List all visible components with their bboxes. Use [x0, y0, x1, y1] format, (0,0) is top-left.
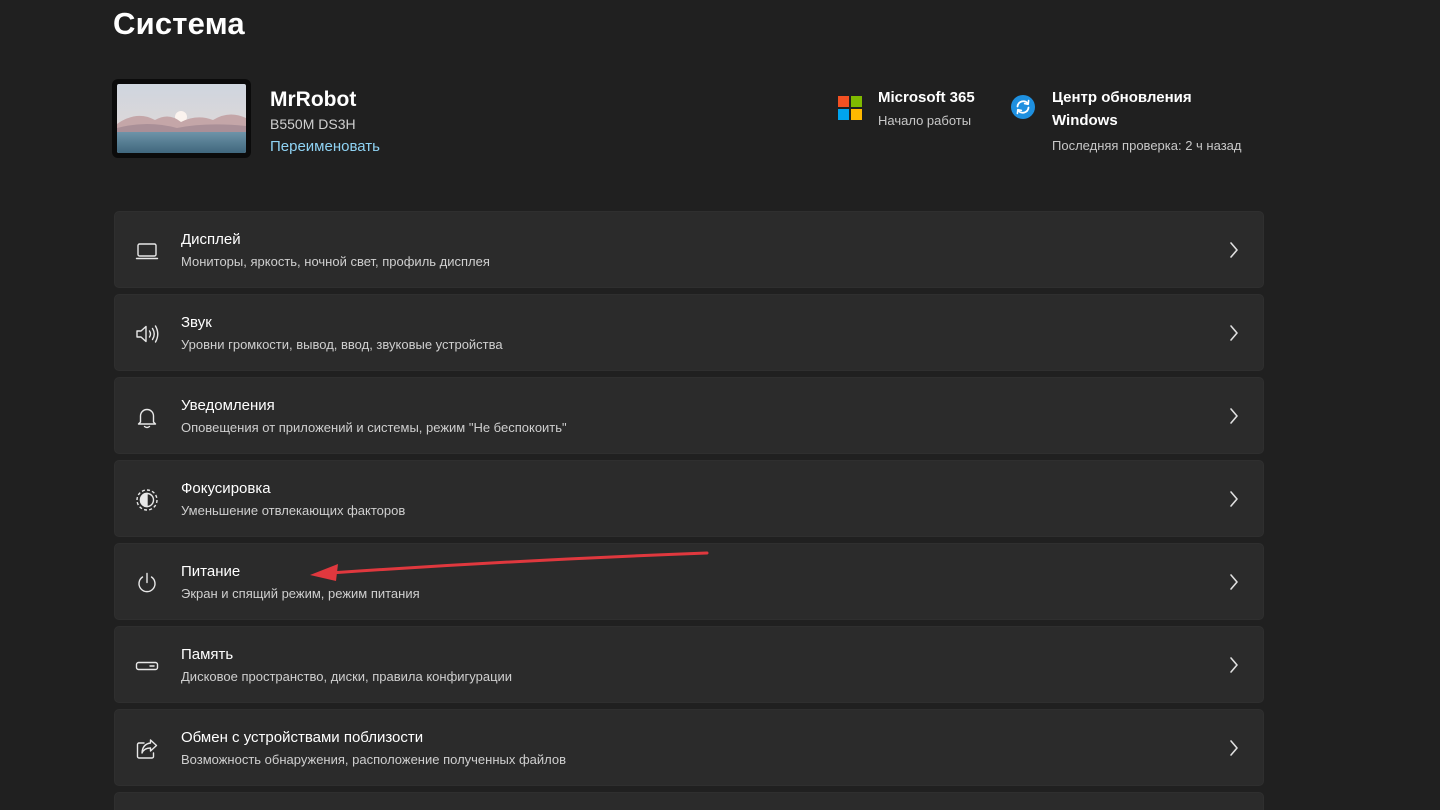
page-title: Система: [113, 6, 245, 41]
device-model: B550M DS3H: [270, 116, 356, 132]
chevron-right-icon: [1230, 574, 1238, 590]
settings-system-page: Система MrRobot B550M DS3H Переименовать: [0, 0, 1440, 810]
settings-item-subtitle: Уровни громкости, вывод, ввод, звуковые …: [181, 337, 503, 352]
windows-update-subtitle: Последняя проверка: 2 ч назад: [1052, 138, 1242, 153]
settings-item-notifications[interactable]: Уведомления Оповещения от приложений и с…: [114, 377, 1264, 454]
bell-icon: [134, 404, 160, 430]
focus-icon: [134, 487, 160, 513]
settings-item-sound[interactable]: Звук Уровни громкости, вывод, ввод, звук…: [114, 294, 1264, 371]
settings-item-subtitle: Экран и спящий режим, режим питания: [181, 586, 420, 601]
chevron-right-icon: [1230, 242, 1238, 258]
settings-item-display[interactable]: Дисплей Мониторы, яркость, ночной свет, …: [114, 211, 1264, 288]
settings-item-title: Дисплей: [181, 231, 241, 248]
windows-update-title: Центр обновления Windows: [1052, 89, 1192, 129]
chevron-right-icon: [1230, 408, 1238, 424]
settings-item-title: Обмен с устройствами поблизости: [181, 729, 424, 746]
settings-item-subtitle: Уменьшение отвлекающих факторов: [181, 503, 406, 518]
settings-item-subtitle: Мониторы, яркость, ночной свет, профиль …: [181, 254, 490, 269]
settings-item-storage[interactable]: Память Дисковое пространство, диски, пра…: [114, 626, 1264, 703]
settings-item-nearby-sharing[interactable]: Обмен с устройствами поблизости Возможно…: [114, 709, 1264, 786]
device-thumbnail: [112, 79, 251, 158]
settings-item-power[interactable]: Питание Экран и спящий режим, режим пита…: [114, 543, 1264, 620]
display-icon: [134, 238, 160, 264]
windows-update-icon: [1011, 95, 1035, 119]
device-name: MrRobot: [270, 88, 357, 111]
settings-list: Дисплей Мониторы, яркость, ночной свет, …: [114, 211, 1264, 810]
microsoft-logo-icon: [838, 96, 862, 131]
power-icon: [134, 570, 160, 596]
sound-icon: [134, 321, 160, 347]
windows-update-link[interactable]: Центр обновления Windows Последняя прове…: [1010, 86, 1241, 156]
settings-item-subtitle: Оповещения от приложений и системы, режи…: [181, 420, 567, 435]
settings-item-title: Питание: [181, 563, 241, 580]
microsoft-365-title: Microsoft 365: [878, 89, 975, 106]
settings-item-title: Уведомления: [181, 397, 275, 414]
settings-item-next-partial[interactable]: [114, 792, 1264, 810]
storage-icon: [134, 653, 160, 679]
microsoft-365-link[interactable]: Microsoft 365 Начало работы: [838, 86, 975, 131]
share-icon: [134, 736, 160, 762]
settings-item-title: Память: [181, 646, 234, 663]
settings-item-title: Фокусировка: [181, 480, 271, 497]
chevron-right-icon: [1230, 657, 1238, 673]
settings-item-subtitle: Дисковое пространство, диски, правила ко…: [181, 669, 513, 684]
chevron-right-icon: [1230, 740, 1238, 756]
settings-item-subtitle: Возможность обнаружения, расположение по…: [181, 752, 567, 767]
rename-device-link[interactable]: Переименовать: [270, 138, 380, 155]
settings-item-focus[interactable]: Фокусировка Уменьшение отвлекающих факто…: [114, 460, 1264, 537]
chevron-right-icon: [1230, 491, 1238, 507]
settings-item-title: Звук: [181, 314, 212, 331]
chevron-right-icon: [1230, 325, 1238, 341]
microsoft-365-subtitle: Начало работы: [878, 113, 972, 128]
wallpaper-preview: [117, 84, 246, 153]
